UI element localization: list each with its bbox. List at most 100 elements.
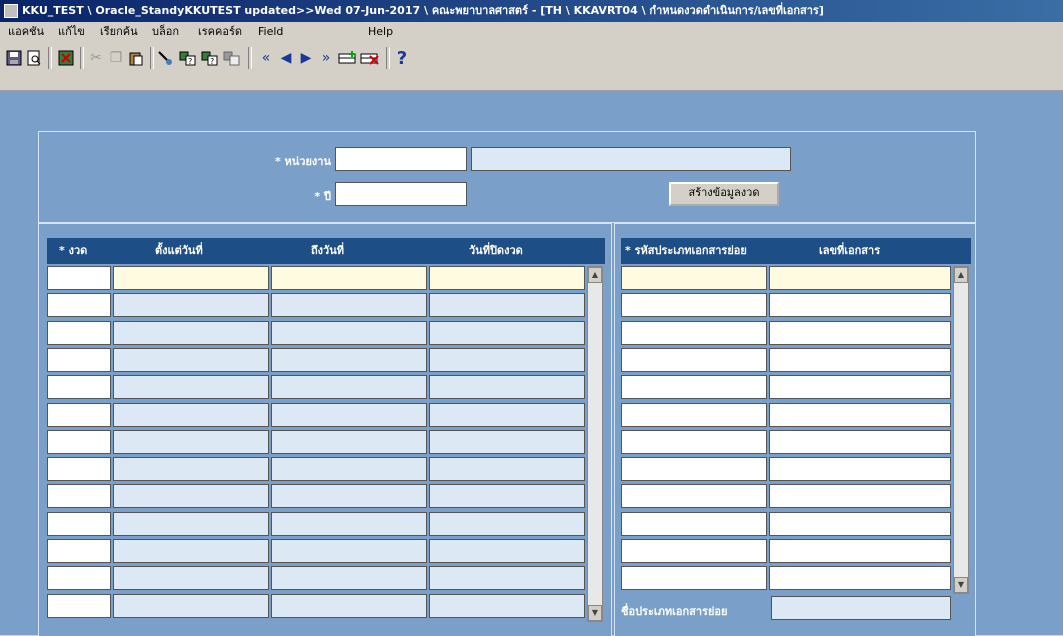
delete-record-icon[interactable]	[360, 48, 380, 68]
exit-icon[interactable]	[56, 48, 76, 68]
from-date-cell[interactable]	[113, 266, 269, 290]
copy-icon[interactable]: ❐	[106, 48, 126, 68]
menu-record[interactable]: เรคคอร์ด	[198, 22, 242, 42]
menu-field[interactable]: Field	[258, 22, 283, 42]
period-cell[interactable]	[47, 429, 111, 454]
doc-number-cell[interactable]	[769, 375, 951, 400]
doc-subtype-cell[interactable]	[621, 293, 767, 318]
period-cell[interactable]	[47, 566, 111, 591]
close-date-cell[interactable]	[429, 457, 585, 482]
close-date-cell[interactable]	[429, 320, 585, 345]
create-period-button[interactable]: สร้างข้อมูลงวด	[669, 182, 779, 206]
from-date-cell[interactable]	[113, 402, 269, 427]
doc-subtype-cell[interactable]	[621, 457, 767, 482]
scroll-up-icon[interactable]: ▲	[588, 267, 602, 283]
to-date-cell[interactable]	[271, 293, 427, 318]
period-cell[interactable]	[47, 511, 111, 536]
from-date-cell[interactable]	[113, 593, 269, 618]
doc-number-cell[interactable]	[769, 347, 951, 372]
doc-number-cell[interactable]	[769, 484, 951, 509]
period-cell[interactable]	[47, 457, 111, 482]
cancel-query-icon[interactable]	[222, 48, 242, 68]
to-date-cell[interactable]	[271, 593, 427, 618]
to-date-cell[interactable]	[271, 484, 427, 509]
save-icon[interactable]	[4, 48, 24, 68]
from-date-cell[interactable]	[113, 375, 269, 400]
doc-subtype-cell[interactable]	[621, 566, 767, 591]
doc-subtype-cell[interactable]	[621, 402, 767, 427]
period-scrollbar[interactable]: ▲ ▼	[587, 266, 603, 622]
close-date-cell[interactable]	[429, 402, 585, 427]
doc-number-cell[interactable]	[769, 266, 951, 290]
doc-scrollbar[interactable]: ▲ ▼	[953, 266, 969, 594]
period-cell[interactable]	[47, 402, 111, 427]
to-date-cell[interactable]	[271, 347, 427, 372]
close-date-cell[interactable]	[429, 566, 585, 591]
doc-number-cell[interactable]	[769, 320, 951, 345]
close-date-cell[interactable]	[429, 293, 585, 318]
period-cell[interactable]	[47, 266, 111, 290]
doc-number-cell[interactable]	[769, 429, 951, 454]
execute-query-icon[interactable]: ?	[178, 48, 198, 68]
close-date-cell[interactable]	[429, 484, 585, 509]
doc-number-cell[interactable]	[769, 457, 951, 482]
doc-subtype-cell[interactable]	[621, 320, 767, 345]
menu-query[interactable]: เรียกค้น	[100, 22, 138, 42]
close-date-cell[interactable]	[429, 593, 585, 618]
from-date-cell[interactable]	[113, 293, 269, 318]
period-cell[interactable]	[47, 293, 111, 318]
from-date-cell[interactable]	[113, 457, 269, 482]
period-cell[interactable]	[47, 347, 111, 372]
close-date-cell[interactable]	[429, 266, 585, 290]
doc-number-cell[interactable]	[769, 511, 951, 536]
insert-record-icon[interactable]	[338, 48, 358, 68]
menu-help[interactable]: Help	[368, 22, 393, 42]
paste-icon[interactable]	[126, 48, 146, 68]
from-date-cell[interactable]	[113, 320, 269, 345]
period-cell[interactable]	[47, 593, 111, 618]
to-date-cell[interactable]	[271, 457, 427, 482]
last-record-icon[interactable]: »	[316, 48, 336, 68]
period-cell[interactable]	[47, 320, 111, 345]
doc-number-cell[interactable]	[769, 566, 951, 591]
to-date-cell[interactable]	[271, 375, 427, 400]
to-date-cell[interactable]	[271, 511, 427, 536]
doc-subtype-cell[interactable]	[621, 266, 767, 290]
close-date-cell[interactable]	[429, 539, 585, 563]
next-record-icon[interactable]: ▶	[296, 48, 316, 68]
doc-subtype-cell[interactable]	[621, 375, 767, 400]
from-date-cell[interactable]	[113, 484, 269, 509]
period-cell[interactable]	[47, 539, 111, 563]
menu-block[interactable]: บล็อก	[152, 22, 179, 42]
from-date-cell[interactable]	[113, 539, 269, 563]
doc-number-cell[interactable]	[769, 539, 951, 563]
doc-number-cell[interactable]	[769, 293, 951, 318]
doc-number-cell[interactable]	[769, 402, 951, 427]
doc-subtype-cell[interactable]	[621, 484, 767, 509]
close-date-cell[interactable]	[429, 429, 585, 454]
first-record-icon[interactable]: «	[256, 48, 276, 68]
close-date-cell[interactable]	[429, 347, 585, 372]
scroll-down-icon[interactable]: ▼	[588, 605, 602, 621]
doc-subtype-cell[interactable]	[621, 511, 767, 536]
enter-query-icon[interactable]	[156, 48, 176, 68]
menu-edit[interactable]: แก้ไข	[58, 22, 85, 42]
to-date-cell[interactable]	[271, 429, 427, 454]
previous-record-icon[interactable]: ◀	[276, 48, 296, 68]
period-cell[interactable]	[47, 375, 111, 400]
to-date-cell[interactable]	[271, 320, 427, 345]
to-date-cell[interactable]	[271, 539, 427, 563]
from-date-cell[interactable]	[113, 429, 269, 454]
close-date-cell[interactable]	[429, 375, 585, 400]
to-date-cell[interactable]	[271, 266, 427, 290]
doc-subtype-cell[interactable]	[621, 429, 767, 454]
to-date-cell[interactable]	[271, 566, 427, 591]
scroll-up-icon[interactable]: ▲	[954, 267, 968, 283]
print-preview-icon[interactable]	[24, 48, 44, 68]
period-cell[interactable]	[47, 484, 111, 509]
close-date-cell[interactable]	[429, 511, 585, 536]
menu-action[interactable]: แอคชัน	[8, 22, 44, 42]
from-date-cell[interactable]	[113, 566, 269, 591]
doc-subtype-cell[interactable]	[621, 347, 767, 372]
cut-icon[interactable]: ✂	[86, 48, 106, 68]
